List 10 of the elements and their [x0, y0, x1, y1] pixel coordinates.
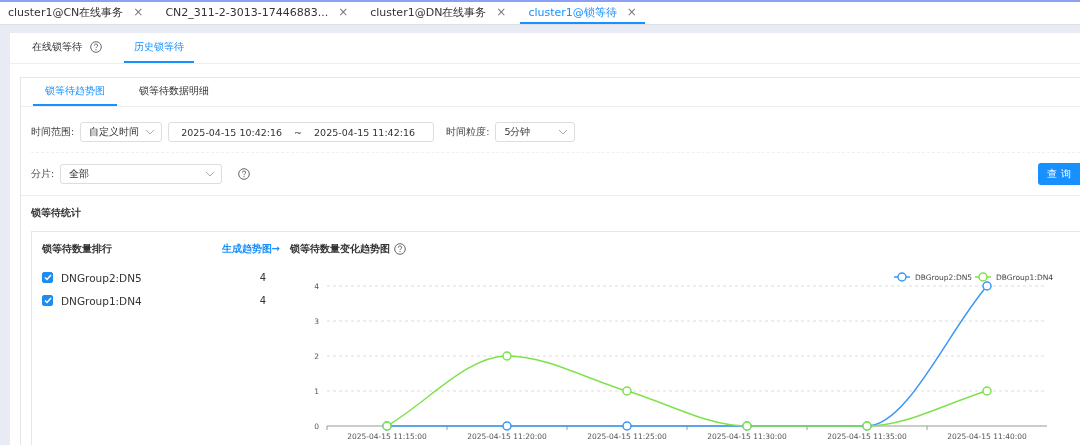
section-title: 锁等待统计: [30, 206, 82, 220]
group-name: DNGroup1:DN4: [61, 294, 143, 307]
count: 4: [259, 272, 266, 283]
chart-title: 锁等待数量变化趋势图: [290, 242, 390, 256]
panel-title: 锁等待数量排行: [42, 242, 112, 256]
count: 4: [259, 295, 266, 306]
field-label: 时间范围:: [31, 125, 75, 139]
group-name: DNGroup2:DN5: [61, 271, 143, 284]
field-label: 分片:: [31, 167, 55, 181]
field-label: 时间粒度:: [446, 125, 490, 139]
